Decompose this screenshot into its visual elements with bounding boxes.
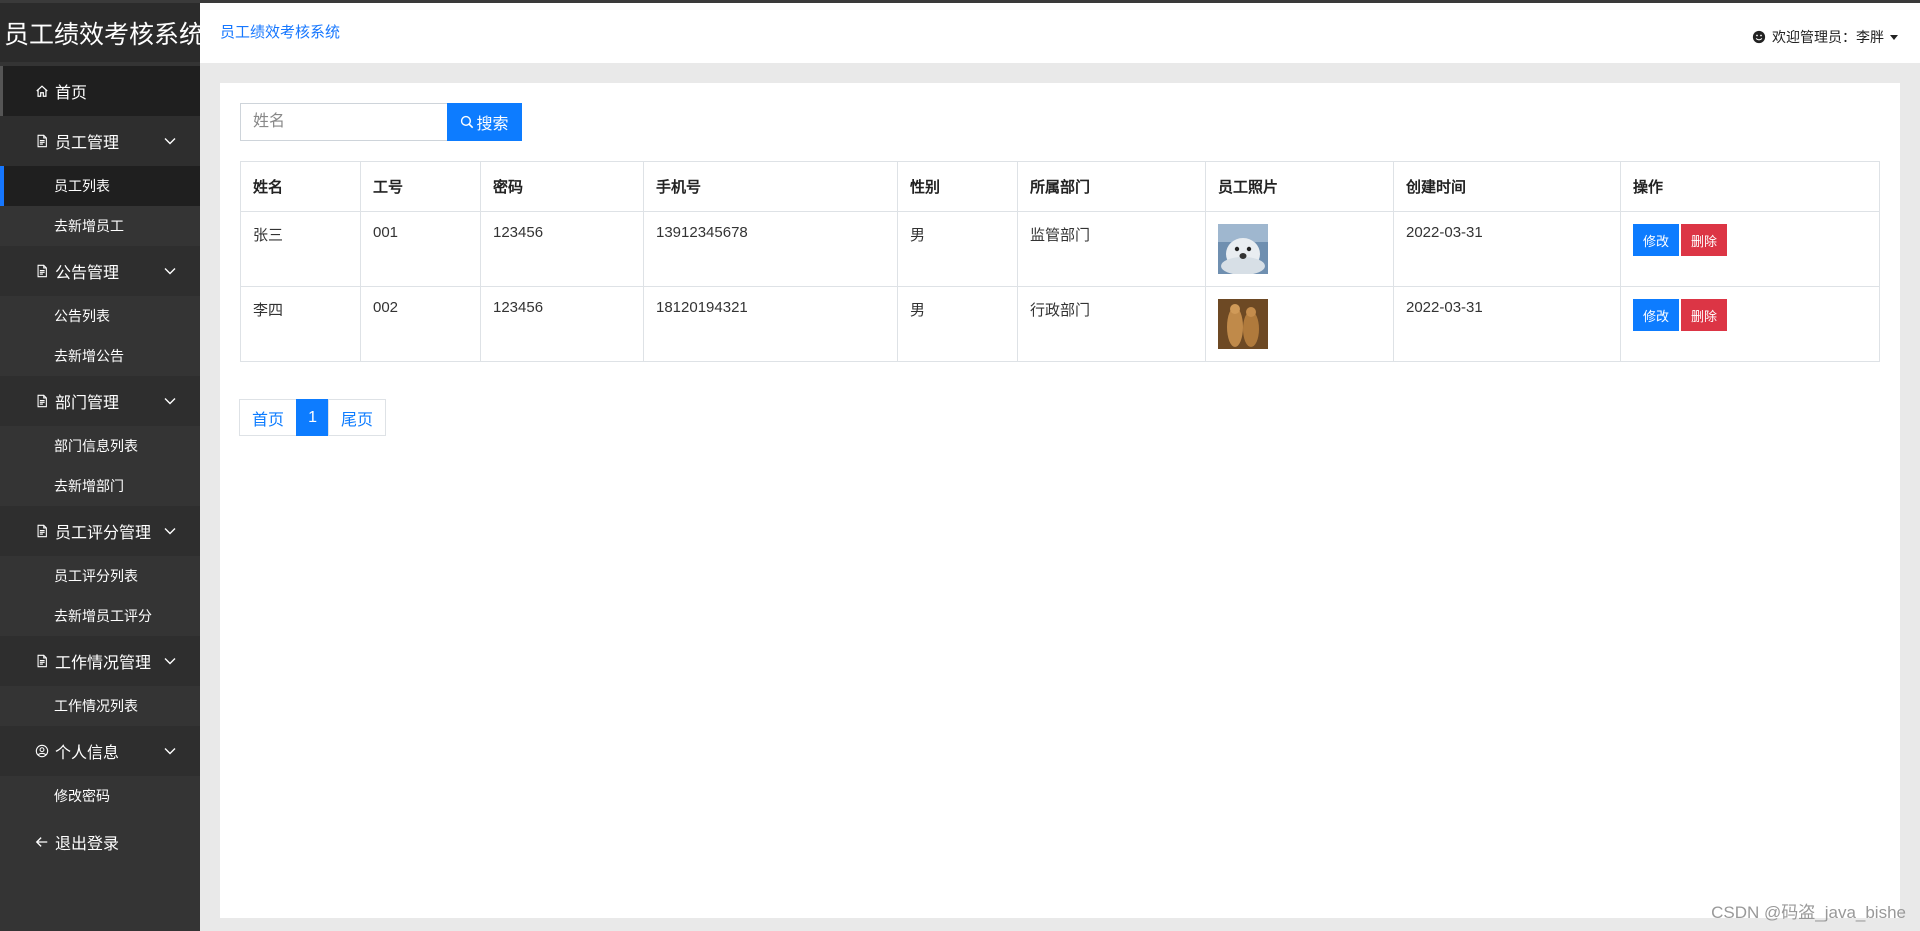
sidebar-item-rating-list[interactable]: 员工评分列表 — [0, 556, 200, 596]
sidebar-item-add-department[interactable]: 去新增部门 — [0, 466, 200, 506]
column-header: 密码 — [480, 161, 644, 212]
smiley-icon — [1752, 30, 1766, 44]
table-row: 张三 001 123456 13912345678 男 监管部门 2022-03… — [240, 211, 1880, 287]
cell-department: 行政部门 — [1017, 286, 1206, 362]
cell-created: 2022-03-31 — [1393, 211, 1621, 287]
content-panel: 搜索 姓名 工号 密码 手机号 性别 所属部门 员工照片 创建时间 操作 张三 … — [220, 83, 1900, 918]
cell-phone: 18120194321 — [643, 286, 898, 362]
sidebar-group-rating[interactable]: 员工评分管理 — [0, 506, 200, 556]
home-icon — [35, 84, 51, 98]
cell-actions: 修改 删除 — [1620, 286, 1880, 362]
table-header-row: 姓名 工号 密码 手机号 性别 所属部门 员工照片 创建时间 操作 — [240, 161, 1880, 212]
sidebar-item-label: 首页 — [55, 85, 88, 102]
sidebar-item-work-list[interactable]: 工作情况列表 — [0, 686, 200, 726]
sidebar-group-label: 公告管理 — [55, 265, 120, 282]
cell-photo — [1205, 211, 1394, 287]
caret-down-icon — [1890, 34, 1898, 40]
cell-id: 001 — [360, 211, 481, 287]
sidebar-item-employee-list[interactable]: 员工列表 — [0, 166, 200, 206]
arrow-left-icon — [35, 835, 51, 849]
logout-button[interactable]: 退出登录 — [0, 817, 200, 867]
column-header: 手机号 — [643, 161, 898, 212]
sidebar-item-home[interactable]: 首页 — [0, 66, 200, 116]
sidebar-group-label: 员工管理 — [55, 135, 120, 152]
page-current[interactable]: 1 — [296, 399, 330, 436]
chevron-down-icon — [162, 743, 178, 759]
sidebar-group-label: 部门管理 — [55, 395, 120, 412]
sidebar-item-notice-list[interactable]: 公告列表 — [0, 296, 200, 336]
sidebar-item-add-rating[interactable]: 去新增员工评分 — [0, 596, 200, 636]
employee-table: 姓名 工号 密码 手机号 性别 所属部门 员工照片 创建时间 操作 张三 001… — [240, 161, 1880, 362]
chevron-down-icon — [162, 523, 178, 539]
seal-photo — [1218, 224, 1268, 274]
sidebar-group-label: 员工评分管理 — [55, 525, 152, 542]
sidebar-group-work[interactable]: 工作情况管理 — [0, 636, 200, 686]
breadcrumb[interactable]: 员工绩效考核系统 — [220, 21, 340, 42]
user-menu[interactable]: 欢迎管理员：李胖 — [1752, 27, 1898, 47]
sidebar-item-change-password[interactable]: 修改密码 — [0, 776, 200, 816]
sidebar-item-add-employee[interactable]: 去新增员工 — [0, 206, 200, 246]
user-greeting: 欢迎管理员：李胖 — [1772, 29, 1884, 45]
delete-button[interactable]: 删除 — [1681, 299, 1727, 331]
cell-gender: 男 — [897, 211, 1018, 287]
document-icon — [35, 654, 51, 668]
sidebar-group-label: 个人信息 — [55, 745, 120, 762]
chevron-down-icon — [162, 133, 178, 149]
sidebar-group-department[interactable]: 部门管理 — [0, 376, 200, 426]
sidebar-item-department-list[interactable]: 部门信息列表 — [0, 426, 200, 466]
watermark: CSDN @码盗_java_bishe — [1711, 903, 1906, 922]
search-bar: 搜索 — [240, 103, 522, 141]
column-header: 员工照片 — [1205, 161, 1394, 212]
sidebar-group-notice[interactable]: 公告管理 — [0, 246, 200, 296]
column-header: 所属部门 — [1017, 161, 1206, 212]
cell-password: 123456 — [480, 211, 644, 287]
column-header: 姓名 — [240, 161, 361, 212]
page-first[interactable]: 首页 — [239, 399, 298, 436]
chevron-down-icon — [162, 263, 178, 279]
edit-button[interactable]: 修改 — [1633, 299, 1679, 331]
cell-id: 002 — [360, 286, 481, 362]
search-icon — [460, 115, 474, 129]
document-icon — [35, 394, 51, 408]
user-circle-icon — [35, 744, 51, 758]
sidebar-group-label: 工作情况管理 — [55, 655, 152, 672]
search-button-label: 搜索 — [476, 116, 509, 133]
column-header: 创建时间 — [1393, 161, 1621, 212]
cell-photo — [1205, 286, 1394, 362]
app-brand: 员工绩效考核系统 — [0, 3, 204, 62]
cell-password: 123456 — [480, 286, 644, 362]
search-input[interactable] — [240, 103, 447, 141]
logout-label: 退出登录 — [55, 836, 120, 853]
table-row: 李四 002 123456 18120194321 男 行政部门 2022-03… — [240, 286, 1880, 362]
edit-button[interactable]: 修改 — [1633, 224, 1679, 256]
cell-department: 监管部门 — [1017, 211, 1206, 287]
column-header: 操作 — [1620, 161, 1880, 212]
document-icon — [35, 524, 51, 538]
sidebar-group-profile[interactable]: 个人信息 — [0, 726, 200, 776]
sidebar: 员工绩效考核系统 首页 员工管理 员工列表 去新增员工 公告管理 公告列表 去新… — [0, 3, 204, 931]
column-header: 性别 — [897, 161, 1018, 212]
page-last[interactable]: 尾页 — [328, 399, 387, 436]
cell-phone: 13912345678 — [643, 211, 898, 287]
column-header: 工号 — [360, 161, 481, 212]
top-header: 员工绩效考核系统 欢迎管理员：李胖 — [200, 3, 1920, 63]
cell-name: 张三 — [240, 211, 361, 287]
cell-created: 2022-03-31 — [1393, 286, 1621, 362]
sidebar-group-employee[interactable]: 员工管理 — [0, 116, 200, 166]
cell-actions: 修改 删除 — [1620, 211, 1880, 287]
cell-gender: 男 — [897, 286, 1018, 362]
delete-button[interactable]: 删除 — [1681, 224, 1727, 256]
meerkat-photo — [1218, 299, 1268, 349]
document-icon — [35, 134, 51, 148]
pagination: 首页 1 尾页 — [239, 399, 387, 436]
sidebar-item-add-notice[interactable]: 去新增公告 — [0, 336, 200, 376]
chevron-down-icon — [162, 653, 178, 669]
document-icon — [35, 264, 51, 278]
search-button[interactable]: 搜索 — [447, 103, 522, 141]
chevron-down-icon — [162, 393, 178, 409]
cell-name: 李四 — [240, 286, 361, 362]
